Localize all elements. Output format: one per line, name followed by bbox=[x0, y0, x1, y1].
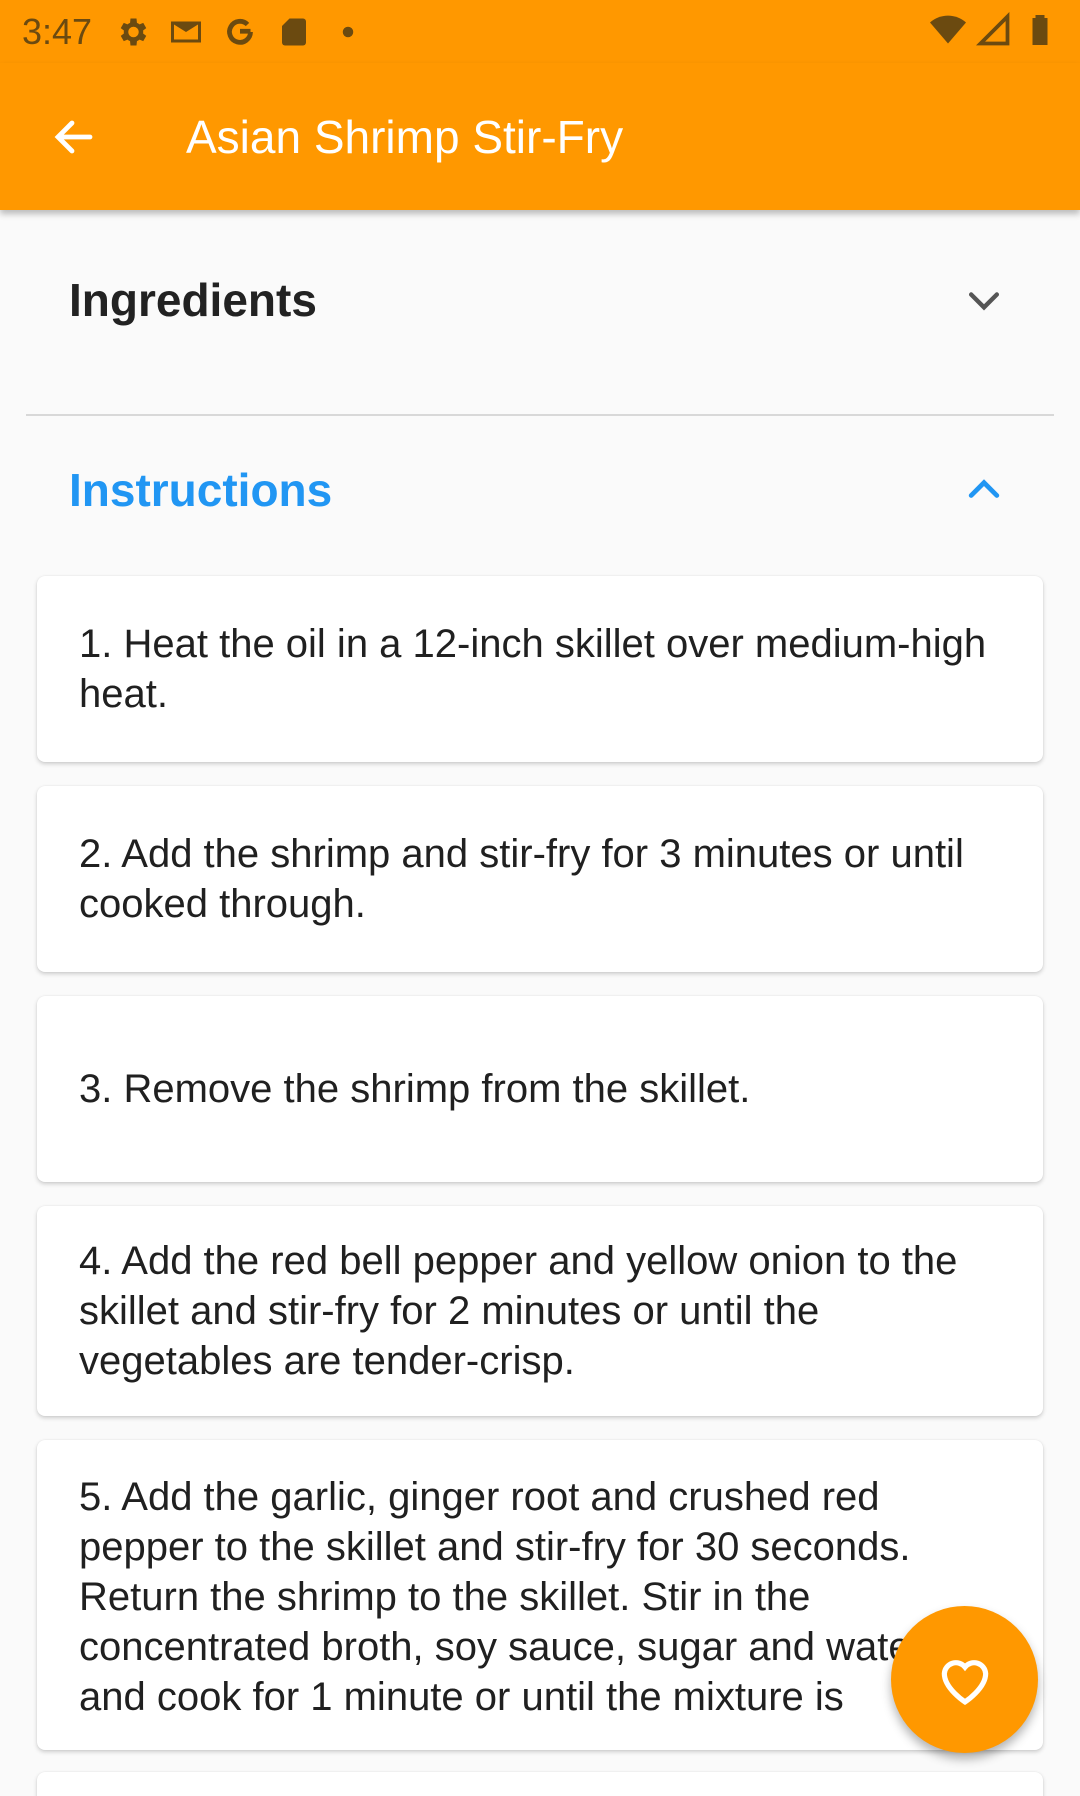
chevron-down-icon bbox=[968, 292, 1000, 311]
instruction-card-2: 2. Add the shrimp and stir-fry for 3 min… bbox=[37, 786, 1043, 972]
dot-icon bbox=[342, 26, 354, 37]
status-time: 3:47 bbox=[22, 10, 93, 52]
instruction-text: 4. Add the red bell pepper and yellow on… bbox=[79, 1239, 958, 1383]
ingredients-header[interactable]: Ingredients bbox=[0, 210, 1080, 390]
signal-icon bbox=[976, 12, 1010, 46]
instruction-card-1: 1. Heat the oil in a 12-inch skillet ove… bbox=[37, 576, 1043, 762]
instruction-card-5: 5. Add the garlic, ginger root and crush… bbox=[37, 1440, 1043, 1750]
recipe-content: Ingredients Instructions 1. Heat the oil… bbox=[0, 210, 1080, 1796]
instruction-text: 2. Add the shrimp and stir-fry for 3 min… bbox=[79, 832, 964, 926]
gmail-icon bbox=[171, 21, 202, 42]
instruction-text: 1. Heat the oil in a 12-inch skillet ove… bbox=[79, 622, 987, 716]
instruction-card-4: 4. Add the red bell pepper and yellow on… bbox=[37, 1206, 1043, 1416]
arrow-back-icon bbox=[54, 120, 93, 153]
instruction-card-6 bbox=[37, 1772, 1043, 1796]
sd-card-icon bbox=[282, 18, 307, 45]
status-bar: 3:47 bbox=[0, 0, 1080, 63]
favorite-button[interactable] bbox=[891, 1606, 1038, 1753]
chevron-up-icon bbox=[968, 479, 1000, 498]
app-bar: Asian Shrimp Stir-Fry bbox=[0, 63, 1080, 210]
ingredients-title: Ingredients bbox=[69, 274, 317, 326]
status-icons-right bbox=[930, 12, 1058, 48]
settings-icon bbox=[120, 18, 147, 45]
instructions-header[interactable]: Instructions bbox=[0, 400, 1080, 580]
wifi-icon bbox=[930, 15, 966, 44]
google-icon bbox=[227, 18, 253, 45]
heart-outline-icon bbox=[941, 1659, 988, 1705]
instruction-text: 3. Remove the shrimp from the skillet. bbox=[79, 1067, 751, 1111]
status-icons-left bbox=[114, 14, 366, 50]
instructions-title: Instructions bbox=[69, 464, 333, 516]
instruction-card-3: 3. Remove the shrimp from the skillet. bbox=[37, 996, 1043, 1182]
instruction-text: 5. Add the garlic, ginger root and crush… bbox=[79, 1475, 924, 1719]
page-title: Asian Shrimp Stir-Fry bbox=[186, 110, 624, 163]
battery-icon bbox=[1032, 15, 1048, 45]
back-button[interactable] bbox=[26, 89, 122, 185]
